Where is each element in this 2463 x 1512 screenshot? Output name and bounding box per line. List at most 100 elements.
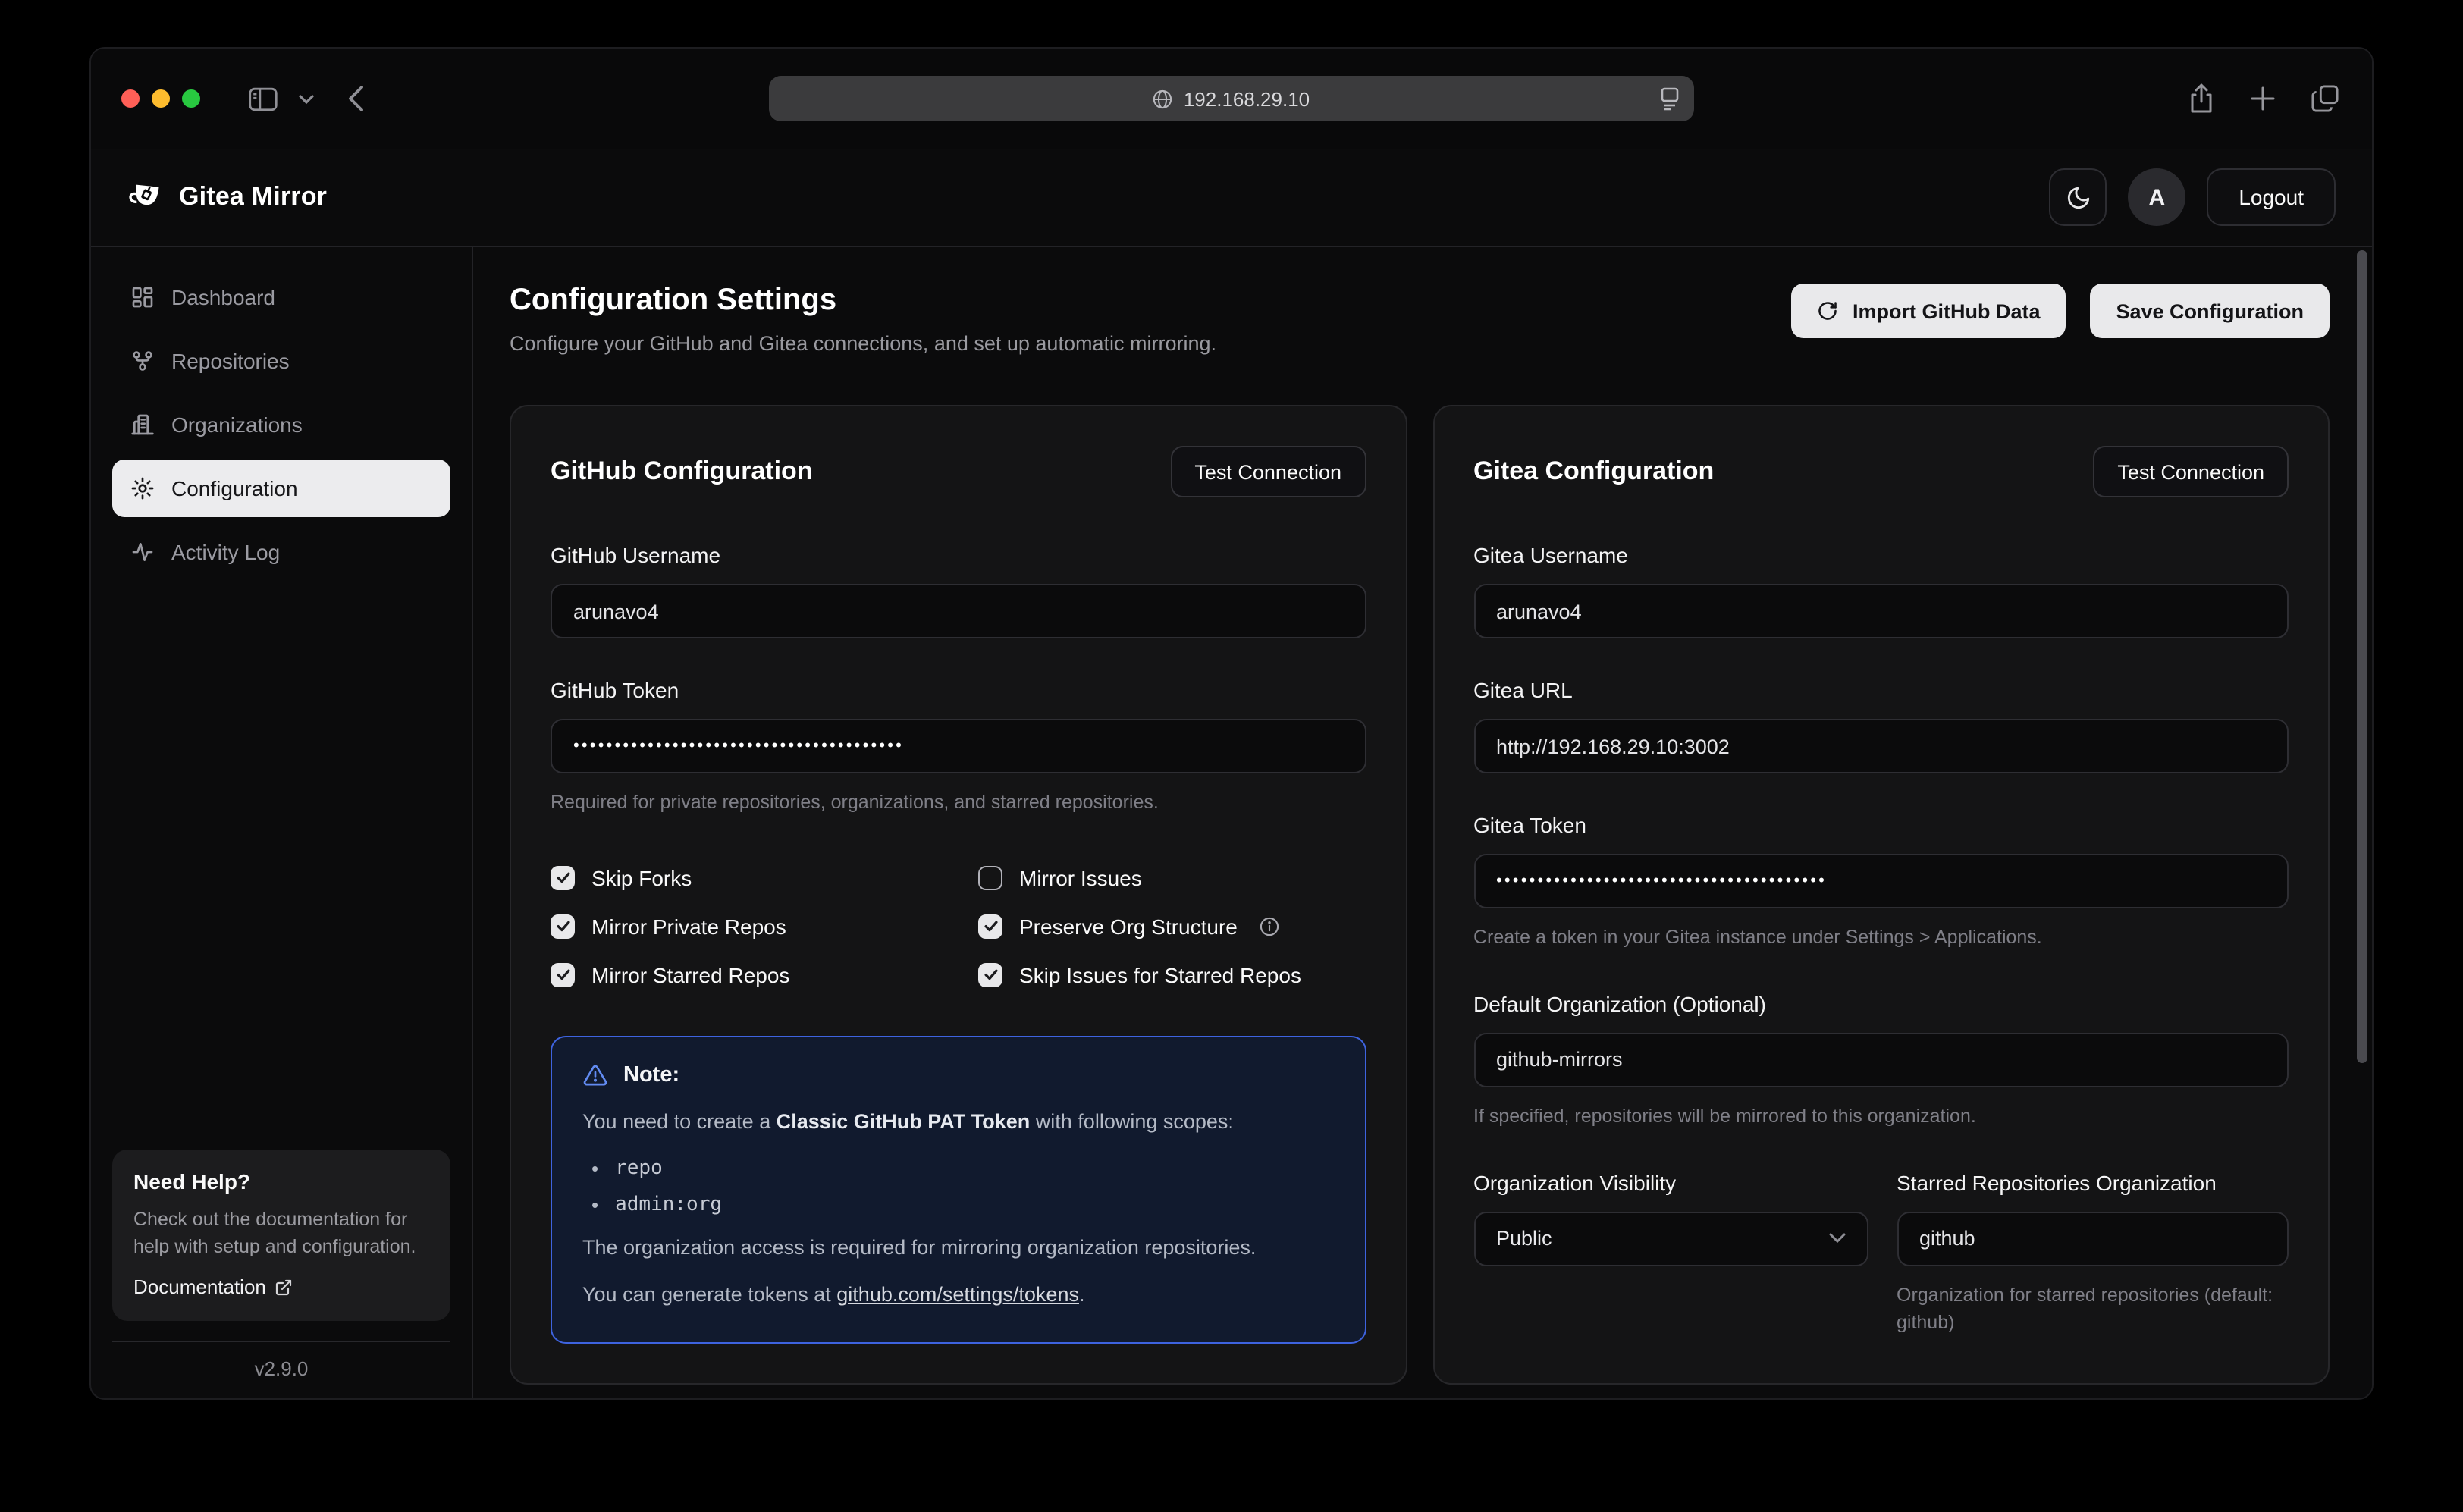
version-label: v2.9.0 bbox=[112, 1342, 450, 1380]
browser-window: 192.168.29.10 bbox=[89, 47, 2374, 1400]
default-org-input[interactable] bbox=[1473, 1033, 2289, 1087]
app-title: Gitea Mirror bbox=[179, 182, 327, 212]
browser-toolbar: 192.168.29.10 bbox=[91, 49, 2372, 149]
check-icon bbox=[554, 870, 571, 886]
github-test-connection-button[interactable]: Test Connection bbox=[1170, 446, 1366, 497]
sidebar-item-organizations[interactable]: Organizations bbox=[112, 396, 450, 453]
avatar[interactable]: A bbox=[2128, 168, 2185, 226]
logout-button[interactable]: Logout bbox=[2207, 168, 2336, 226]
github-token-input[interactable] bbox=[551, 719, 1366, 773]
tokens-link[interactable]: github.com/settings/tokens bbox=[836, 1284, 1079, 1307]
checkbox-label: Mirror Starred Repos bbox=[591, 963, 789, 987]
checkbox-box[interactable] bbox=[551, 866, 575, 890]
github-token-help: Required for private repositories, organ… bbox=[551, 789, 1366, 817]
sidebar-toggle-icon[interactable] bbox=[249, 86, 278, 111]
note-line-2: The organization access is required for … bbox=[582, 1233, 1334, 1264]
import-github-data-button[interactable]: Import GitHub Data bbox=[1792, 284, 2066, 338]
documentation-link[interactable]: Documentation bbox=[133, 1275, 429, 1298]
org-visibility-value: Public bbox=[1496, 1227, 1552, 1250]
gitea-url-input[interactable] bbox=[1473, 719, 2289, 773]
page-title: Configuration Settings bbox=[510, 284, 1216, 318]
checkbox-box[interactable] bbox=[978, 866, 1002, 890]
default-org-help: If specified, repositories will be mirro… bbox=[1473, 1103, 2289, 1131]
repositories-icon bbox=[129, 349, 155, 373]
checkbox-label: Skip Issues for Starred Repos bbox=[1019, 963, 1301, 987]
org-visibility-select[interactable]: Public bbox=[1473, 1211, 1868, 1266]
back-icon[interactable] bbox=[347, 85, 364, 112]
checkbox-box[interactable] bbox=[551, 963, 575, 987]
github-card-title: GitHub Configuration bbox=[551, 456, 813, 487]
address-bar[interactable]: 192.168.29.10 bbox=[769, 76, 1694, 121]
default-org-label: Default Organization (Optional) bbox=[1473, 992, 2289, 1016]
gitea-logo bbox=[127, 180, 164, 214]
note-title: Note: bbox=[623, 1063, 679, 1087]
checkbox-box[interactable] bbox=[551, 914, 575, 939]
checkbox-mirror-private-repos[interactable]: Mirror Private Repos bbox=[551, 914, 978, 939]
chevron-down-icon[interactable] bbox=[299, 93, 314, 104]
gitea-token-help: Create a token in your Gitea instance un… bbox=[1473, 924, 2289, 952]
checkbox-skip-issues-starred[interactable]: Skip Issues for Starred Repos bbox=[978, 963, 1366, 987]
info-icon[interactable] bbox=[1259, 916, 1280, 937]
checkbox-label: Mirror Private Repos bbox=[591, 914, 786, 939]
sidebar-item-configuration[interactable]: Configuration bbox=[112, 460, 450, 517]
checkbox-box[interactable] bbox=[978, 914, 1002, 939]
gitea-token-input[interactable] bbox=[1473, 854, 2289, 908]
starred-org-label: Starred Repositories Organization bbox=[1897, 1170, 2289, 1194]
gitea-card-title: Gitea Configuration bbox=[1473, 456, 1714, 487]
gear-icon bbox=[129, 476, 155, 500]
url-text: 192.168.29.10 bbox=[1184, 87, 1310, 110]
share-icon[interactable] bbox=[2188, 83, 2214, 114]
select-chevron-icon bbox=[1828, 1233, 1845, 1244]
zoom-window-button[interactable] bbox=[182, 89, 200, 108]
checkbox-box[interactable] bbox=[978, 963, 1002, 987]
alert-triangle-icon bbox=[582, 1063, 608, 1087]
refresh-icon bbox=[1818, 300, 1839, 322]
sidebar-item-label: Configuration bbox=[171, 476, 298, 500]
gitea-username-label: Gitea Username bbox=[1473, 543, 2289, 567]
activity-icon bbox=[129, 540, 155, 564]
dashboard-icon bbox=[129, 285, 155, 309]
starred-org-input[interactable] bbox=[1897, 1211, 2289, 1266]
brand: Gitea Mirror bbox=[127, 180, 327, 214]
page-subtitle: Configure your GitHub and Gitea connecti… bbox=[510, 332, 1216, 355]
checkbox-preserve-org-structure[interactable]: Preserve Org Structure bbox=[978, 914, 1366, 939]
main-content: Configuration Settings Configure your Gi… bbox=[473, 247, 2372, 1398]
checkbox-label: Mirror Issues bbox=[1019, 866, 1142, 890]
app-header: Gitea Mirror A Logout bbox=[91, 149, 2372, 247]
gitea-test-connection-button[interactable]: Test Connection bbox=[2093, 446, 2289, 497]
github-username-input[interactable] bbox=[551, 584, 1366, 638]
sidebar-item-repositories[interactable]: Repositories bbox=[112, 332, 450, 390]
note-callout: Note: You need to create a Classic GitHu… bbox=[551, 1036, 1366, 1344]
organizations-icon bbox=[129, 413, 155, 437]
checkbox-mirror-issues[interactable]: Mirror Issues bbox=[978, 866, 1366, 890]
checkbox-skip-forks[interactable]: Skip Forks bbox=[551, 866, 978, 890]
minimize-window-button[interactable] bbox=[152, 89, 170, 108]
gitea-username-input[interactable] bbox=[1473, 584, 2289, 638]
note-line-1: You need to create a Classic GitHub PAT … bbox=[582, 1107, 1334, 1138]
sidebar-item-dashboard[interactable]: Dashboard bbox=[112, 268, 450, 326]
github-token-label: GitHub Token bbox=[551, 678, 1366, 702]
help-title: Need Help? bbox=[133, 1169, 429, 1194]
note-line-3: You can generate tokens at github.com/se… bbox=[582, 1281, 1334, 1312]
github-username-label: GitHub Username bbox=[551, 543, 1366, 567]
sidebar-item-activity-log[interactable]: Activity Log bbox=[112, 523, 450, 581]
sidebar-item-label: Organizations bbox=[171, 413, 303, 437]
starred-org-help: Organization for starred repositories (d… bbox=[1897, 1281, 2289, 1338]
check-icon bbox=[982, 918, 999, 935]
gitea-token-label: Gitea Token bbox=[1473, 813, 2289, 837]
sidebar-item-label: Repositories bbox=[171, 349, 290, 373]
checkbox-mirror-starred-repos[interactable]: Mirror Starred Repos bbox=[551, 963, 978, 987]
scrollbar-thumb[interactable] bbox=[2357, 250, 2367, 1063]
theme-toggle-button[interactable] bbox=[2049, 168, 2107, 226]
new-tab-icon[interactable] bbox=[2251, 86, 2275, 111]
reader-toggle-icon[interactable] bbox=[1659, 86, 1680, 111]
tab-overview-icon[interactable] bbox=[2311, 85, 2339, 112]
globe-icon bbox=[1153, 89, 1173, 108]
close-window-button[interactable] bbox=[121, 89, 140, 108]
org-visibility-label: Organization Visibility bbox=[1473, 1170, 1868, 1194]
help-body: Check out the documentation for help wit… bbox=[133, 1206, 429, 1261]
gitea-configuration-card: Gitea Configuration Test Connection Gite… bbox=[1432, 405, 2330, 1384]
save-configuration-button[interactable]: Save Configuration bbox=[2090, 284, 2330, 338]
check-icon bbox=[982, 967, 999, 983]
scope-item: repo bbox=[591, 1157, 1334, 1180]
